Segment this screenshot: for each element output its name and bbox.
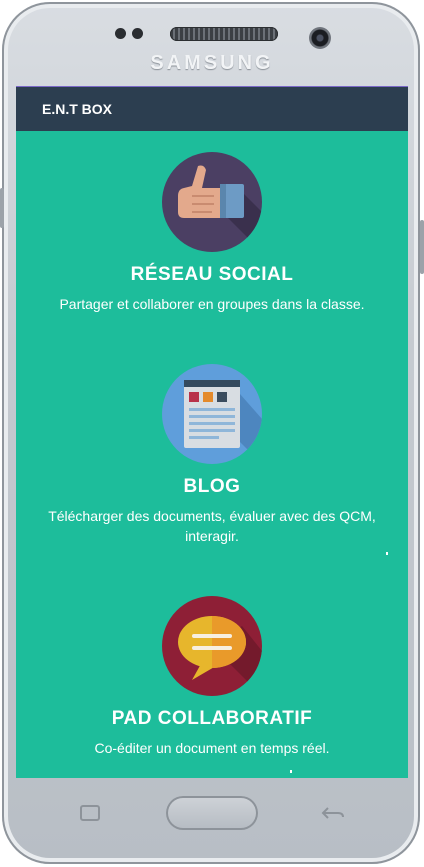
stray-mark: [290, 770, 292, 773]
volume-button[interactable]: [0, 188, 4, 228]
newspaper-icon: [162, 364, 262, 464]
feature-blog[interactable]: BLOG Télécharger des documents, évaluer …: [16, 364, 408, 546]
earpiece-speaker: [170, 27, 278, 41]
feature-description: Télécharger des documents, évaluer avec …: [48, 508, 376, 544]
sensor-dot: [132, 28, 143, 39]
feature-title: PAD COLLABORATIF: [111, 708, 313, 729]
front-camera: [309, 27, 331, 49]
brand-logo: SAMSUNG: [150, 52, 274, 74]
app-bar: E.N.T BOX: [16, 86, 408, 131]
power-button[interactable]: [420, 220, 424, 274]
stray-mark: [386, 552, 388, 555]
feature-social[interactable]: RÉSEAU SOCIAL Partager et collaborer en …: [16, 152, 408, 314]
thumbs-up-icon: [162, 152, 262, 252]
feature-title: RÉSEAU SOCIAL: [130, 264, 294, 285]
speech-bubble-icon: [162, 596, 262, 696]
feature-title: BLOG: [183, 476, 241, 497]
recent-apps-icon[interactable]: [78, 803, 102, 829]
home-button[interactable]: [166, 796, 258, 830]
feature-description: Partager et collaborer en groupes dans l…: [59, 296, 365, 312]
back-icon[interactable]: [320, 803, 346, 829]
app-title: E.N.T BOX: [42, 101, 113, 117]
app-screen: E.N.T BOX RÉSEAU SOCIAL Partager et coll…: [16, 86, 408, 778]
feature-pad[interactable]: PAD COLLABORATIF Co-éditer un document e…: [16, 596, 408, 758]
sensor-dot: [115, 28, 126, 39]
feature-description: Co-éditer un document en temps réel.: [94, 740, 330, 756]
phone-frame: SAMSUNG E.N.T BOX RÉSEAU SOCIAL Partager…: [0, 0, 424, 867]
